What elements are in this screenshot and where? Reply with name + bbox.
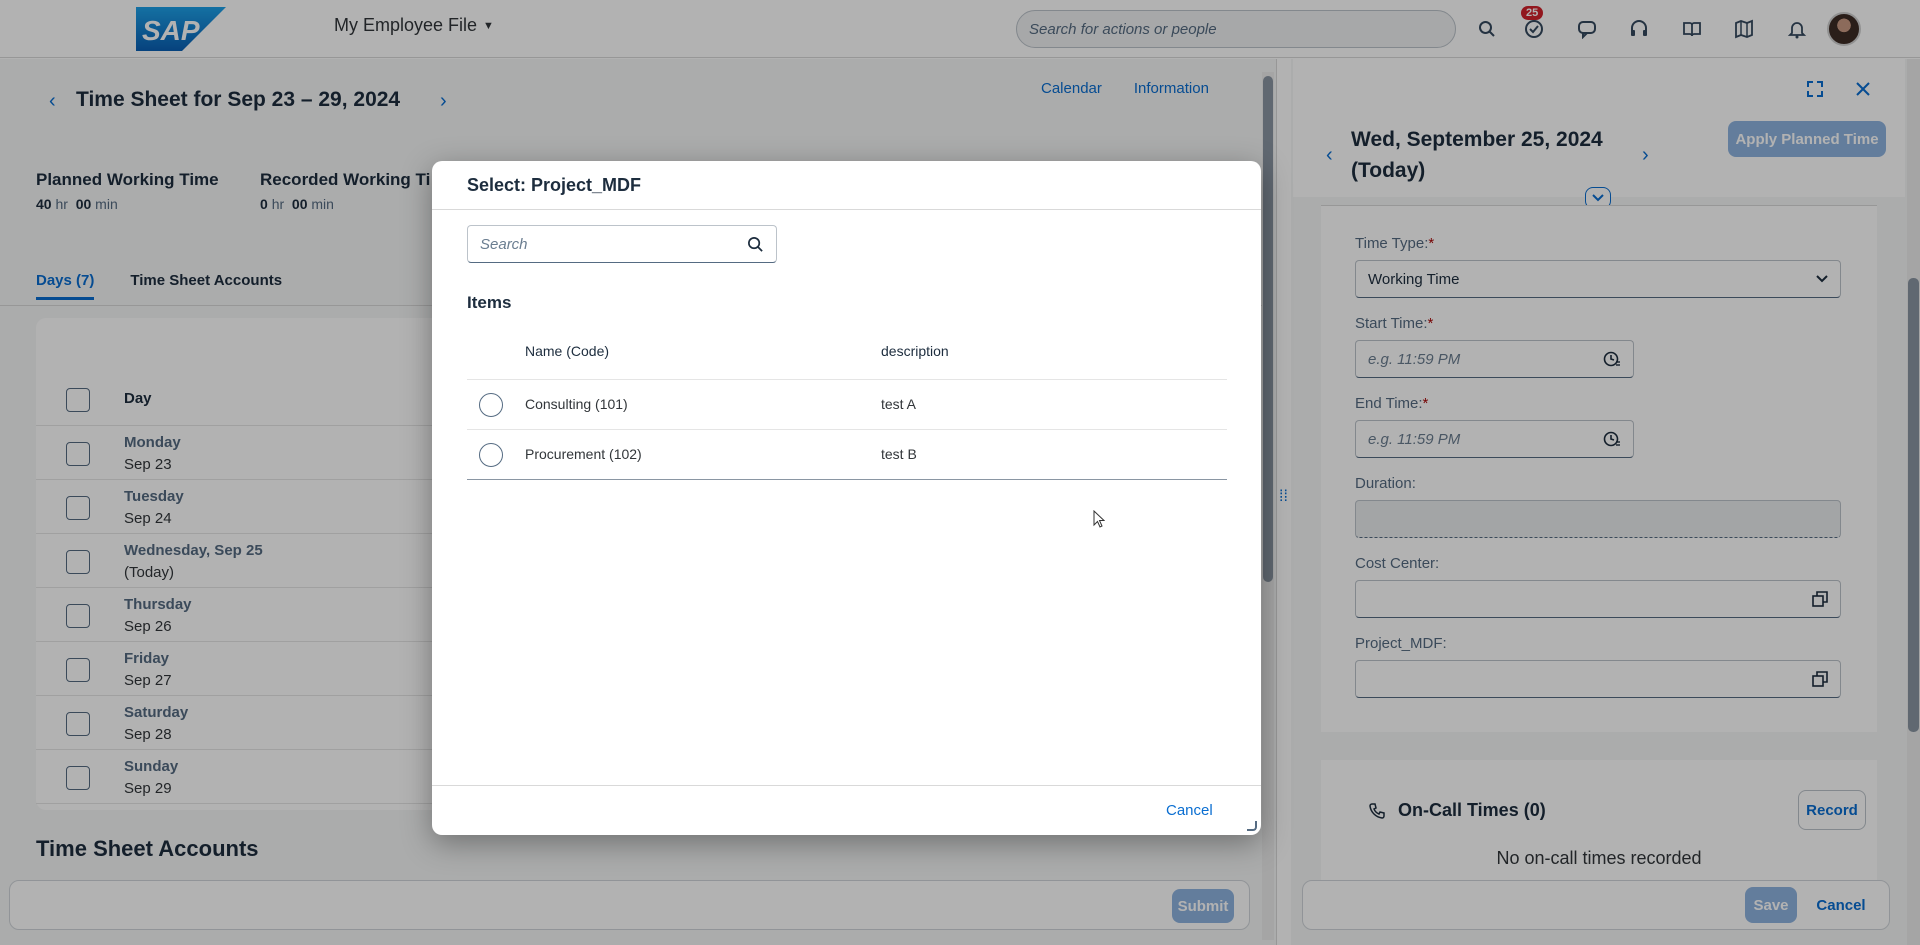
row-radio-button[interactable] [479,393,503,417]
item-description: test A [881,396,917,412]
dialog-title: Select: Project_MDF [467,175,642,195]
dialog-header-divider [432,209,1261,210]
dialog-search-input[interactable]: Search [467,225,777,263]
item-name: Consulting (101) [525,396,628,412]
row-radio-button[interactable] [479,443,503,467]
select-project-dialog: Select: Project_MDF Search Items Name (C… [432,161,1261,835]
table-row[interactable]: Procurement (102) test B [467,429,1227,479]
search-placeholder: Search [480,235,528,253]
column-header-description: description [881,343,949,359]
dialog-footer [432,785,1261,835]
column-header-name: Name (Code) [525,343,610,359]
dialog-cancel-button[interactable]: Cancel [1166,802,1213,819]
resize-handle-icon[interactable] [1247,821,1257,831]
table-bottom-border [467,479,1227,480]
search-icon[interactable] [747,236,764,253]
items-title: Items [467,293,512,312]
mouse-cursor-icon [1093,510,1105,528]
item-name: Procurement (102) [525,446,642,462]
item-description: test B [881,446,917,462]
table-row[interactable]: Consulting (101) test A [467,379,1227,429]
